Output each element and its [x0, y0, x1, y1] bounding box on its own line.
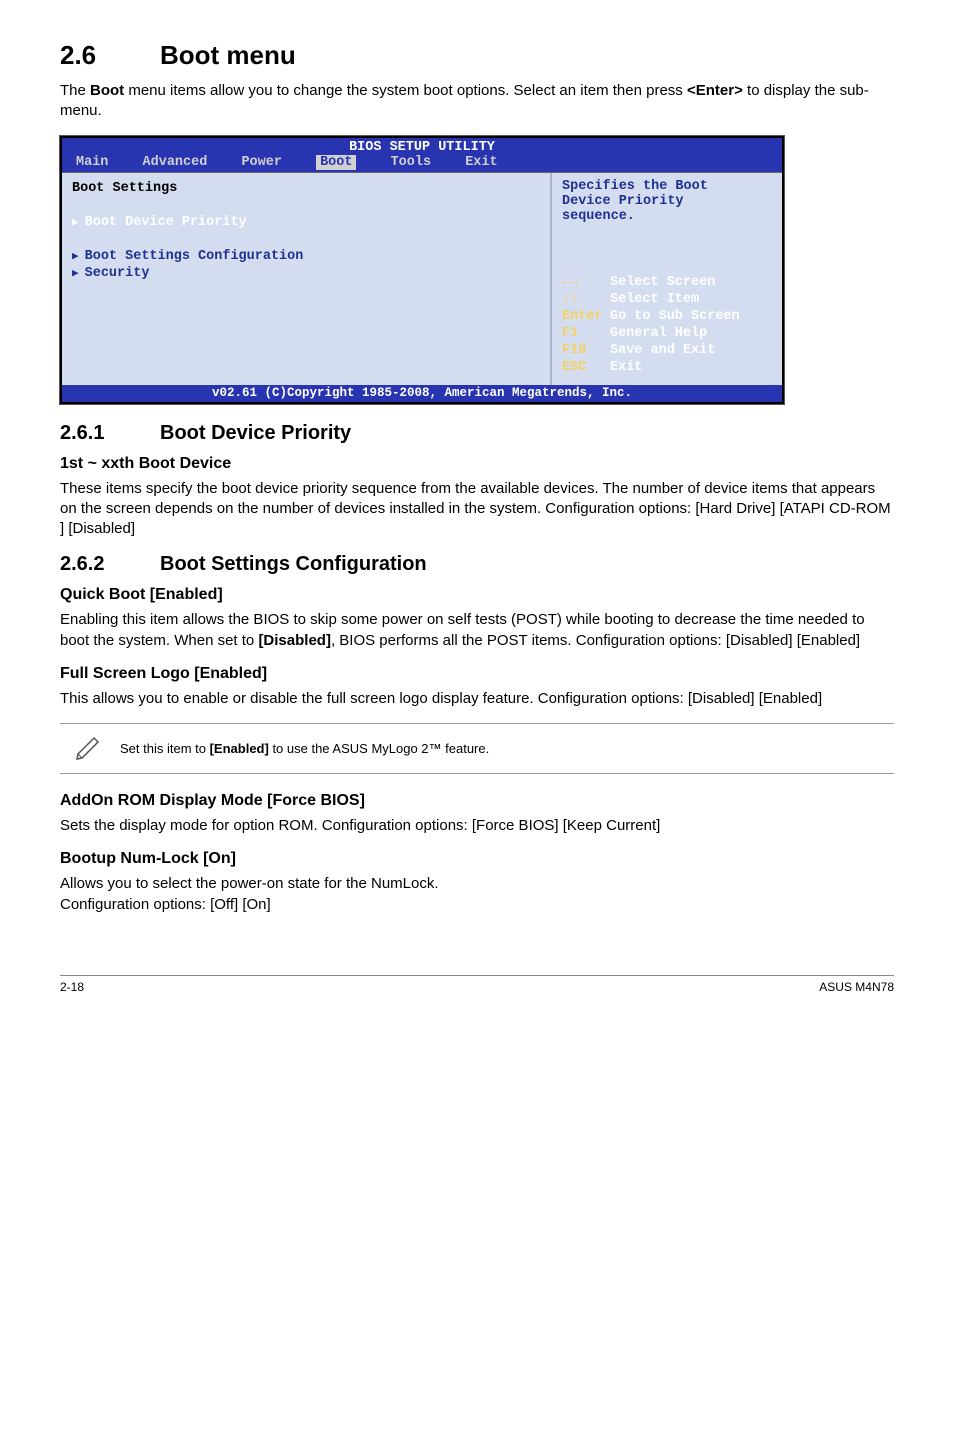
param-heading: Full Screen Logo [Enabled] [60, 665, 894, 683]
bios-desc-line: Device Priority [562, 194, 772, 209]
page-number: 2-18 [60, 980, 84, 994]
bios-right-pane: Specifies the Boot Device Priority seque… [552, 173, 782, 385]
intro-paragraph: The Boot menu items allow you to change … [60, 81, 894, 122]
key: F10 [562, 343, 610, 360]
pencil-icon [60, 730, 120, 767]
key: ←→ [562, 275, 610, 292]
bios-tab-row: Main Advanced Power Boot Tools Exit [62, 155, 782, 172]
bios-screenshot: BIOS SETUP UTILITY Main Advanced Power B… [60, 136, 784, 404]
subsection-number: 2.6.1 [60, 422, 160, 445]
text: Set this item to [120, 741, 210, 756]
bios-tab-power: Power [241, 155, 282, 170]
text-bold: [Disabled] [258, 632, 331, 649]
param-heading: AddOn ROM Display Mode [Force BIOS] [60, 792, 894, 810]
param-text: These items specify the boot device prio… [60, 479, 894, 540]
subsection-title: Boot Device Priority [160, 422, 351, 444]
key-desc: Exit [610, 360, 642, 375]
param-text: Allows you to select the power-on state … [60, 874, 894, 915]
bios-item-security: Security [72, 266, 540, 281]
bios-body: Boot Settings Boot Device Priority Boot … [62, 172, 782, 385]
key: ↓↑ [562, 292, 610, 309]
spacer [72, 232, 540, 247]
text: Configuration options: [Off] [On] [60, 896, 271, 913]
text: Allows you to select the power-on state … [60, 875, 439, 892]
section-title-text: Boot menu [160, 40, 296, 70]
subsection-heading: 2.6.1Boot Device Priority [60, 422, 894, 445]
subsection-title: Boot Settings Configuration [160, 553, 427, 575]
bios-key-legend: ←→Select Screen ↓↑Select Item EnterGo to… [562, 275, 772, 376]
key: F1 [562, 326, 610, 343]
param-text: Sets the display mode for option ROM. Co… [60, 816, 894, 836]
bios-left-pane: Boot Settings Boot Device Priority Boot … [62, 173, 552, 385]
subsection-heading: 2.6.2Boot Settings Configuration [60, 553, 894, 576]
subsection-number: 2.6.2 [60, 553, 160, 576]
key: ESC [562, 360, 610, 377]
key-desc: Go to Sub Screen [610, 309, 740, 324]
text-bold: Boot [90, 82, 124, 99]
bios-tab-tools: Tools [391, 155, 432, 170]
bios-item-boot-device-priority: Boot Device Priority [72, 215, 540, 230]
key: Enter [562, 309, 610, 326]
key-desc: Select Item [610, 292, 699, 307]
bios-tab-advanced: Advanced [143, 155, 208, 170]
page-footer: 2-18 ASUS M4N78 [60, 975, 894, 994]
bios-title: BIOS SETUP UTILITY [62, 138, 782, 155]
param-heading: Bootup Num-Lock [On] [60, 850, 894, 868]
param-text: This allows you to enable or disable the… [60, 689, 894, 709]
bios-desc-line: sequence. [562, 209, 772, 224]
bios-item-boot-settings-config: Boot Settings Configuration [72, 249, 540, 264]
key-desc: General Help [610, 326, 707, 341]
product-name: ASUS M4N78 [819, 980, 894, 994]
key-desc: Select Screen [610, 275, 715, 290]
bios-left-header: Boot Settings [72, 181, 540, 196]
text: The [60, 82, 90, 99]
param-heading: Quick Boot [Enabled] [60, 586, 894, 604]
text: , BIOS performs all the POST items. Conf… [331, 632, 860, 649]
section-number: 2.6 [60, 40, 160, 71]
key-desc: Save and Exit [610, 343, 715, 358]
bios-footer: v02.61 (C)Copyright 1985-2008, American … [62, 385, 782, 402]
param-heading: 1st ~ xxth Boot Device [60, 455, 894, 473]
bios-tab-exit: Exit [465, 155, 497, 170]
bios-desc-line: Specifies the Boot [562, 179, 772, 194]
bios-tab-main: Main [76, 155, 108, 170]
param-text: Enabling this item allows the BIOS to sk… [60, 610, 894, 651]
text-bold: [Enabled] [210, 741, 269, 756]
note-box: Set this item to [Enabled] to use the AS… [60, 723, 894, 774]
text-bold: <Enter> [687, 82, 743, 99]
text: to use the ASUS MyLogo 2™ feature. [269, 741, 489, 756]
bios-tab-boot: Boot [316, 155, 356, 170]
text: menu items allow you to change the syste… [124, 82, 687, 99]
spacer [72, 198, 540, 213]
section-heading: 2.6Boot menu [60, 40, 894, 71]
note-text: Set this item to [Enabled] to use the AS… [120, 741, 894, 756]
